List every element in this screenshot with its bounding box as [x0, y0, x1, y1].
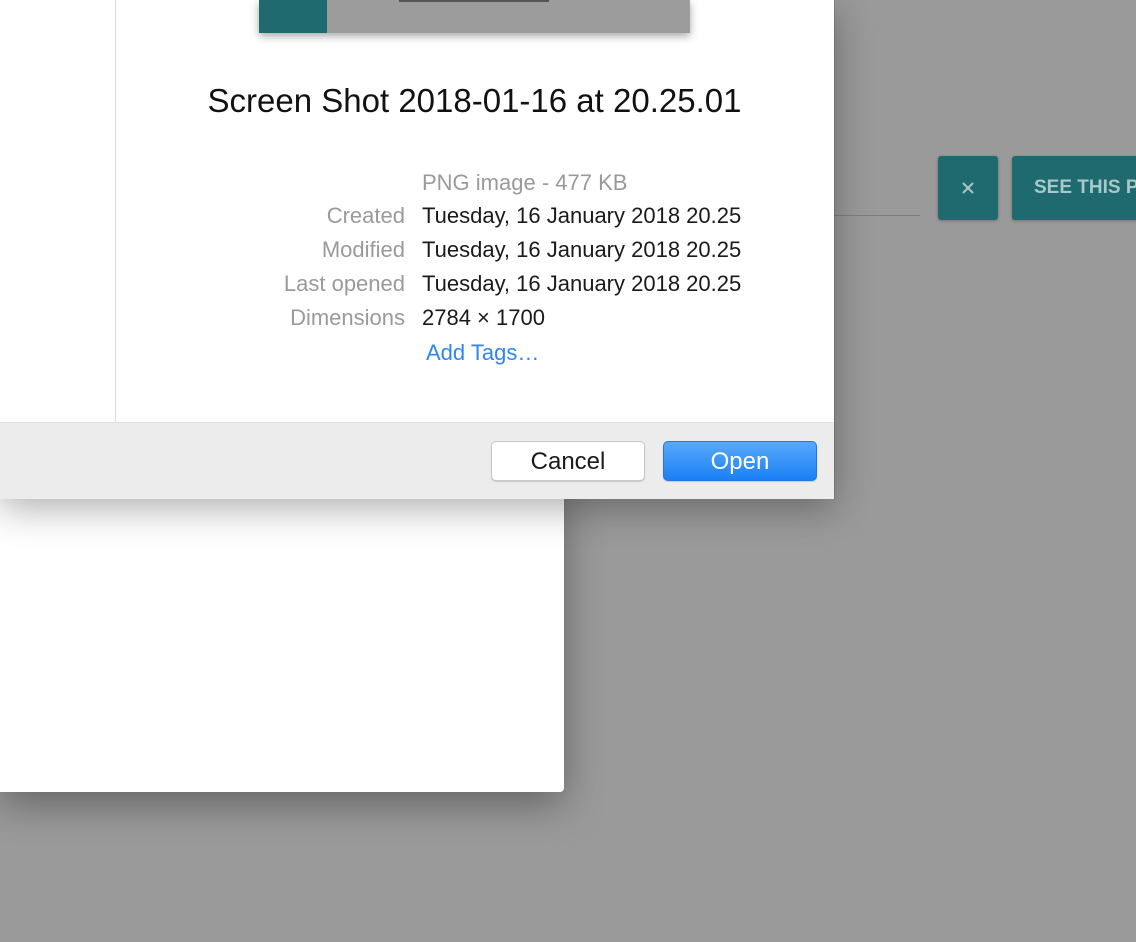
file-preview-thumbnail	[259, 0, 690, 33]
dialog-footer: Cancel Open	[0, 422, 834, 499]
meta-label: Dimensions	[290, 305, 405, 330]
thumbnail-accent	[259, 0, 327, 33]
file-kind: PNG image - 477 KB	[422, 170, 628, 195]
meta-label: Created	[326, 203, 405, 228]
open-button[interactable]: Open	[663, 441, 817, 481]
background-card	[0, 480, 564, 792]
file-name-title: Screen Shot 2018-01-16 at 20.25.01	[207, 82, 742, 119]
add-tags-link[interactable]: Add Tags…	[426, 340, 539, 366]
meta-row-modified: Modified Tuesday, 16 January 2018 20.25	[0, 237, 834, 267]
meta-value: 2784 × 1700	[422, 305, 545, 330]
see-this-button[interactable]: SEE THIS P	[1012, 156, 1136, 220]
meta-value: Tuesday, 16 January 2018 20.25	[422, 237, 742, 262]
close-icon	[962, 182, 974, 194]
meta-row-dimensions: Dimensions 2784 × 1700	[0, 305, 834, 335]
open-file-dialog: Screen Shot 2018-01-16 at 20.25.01 PNG i…	[0, 0, 834, 499]
text-field-underline	[832, 215, 920, 216]
meta-label: Last opened	[283, 271, 405, 296]
screen: SEE THIS P Screen Shot 2018-01-16 at 20.…	[0, 0, 1136, 942]
meta-row-last-opened: Last opened Tuesday, 16 January 2018 20.…	[0, 271, 834, 301]
thumbnail-bar	[399, 0, 549, 2]
cancel-button[interactable]: Cancel	[491, 441, 645, 481]
close-button[interactable]	[938, 156, 998, 220]
meta-row-created: Created Tuesday, 16 January 2018 20.25	[0, 203, 834, 233]
meta-label: Modified	[321, 237, 405, 262]
meta-value: Tuesday, 16 January 2018 20.25	[422, 271, 742, 296]
meta-value: Tuesday, 16 January 2018 20.25	[422, 203, 742, 228]
